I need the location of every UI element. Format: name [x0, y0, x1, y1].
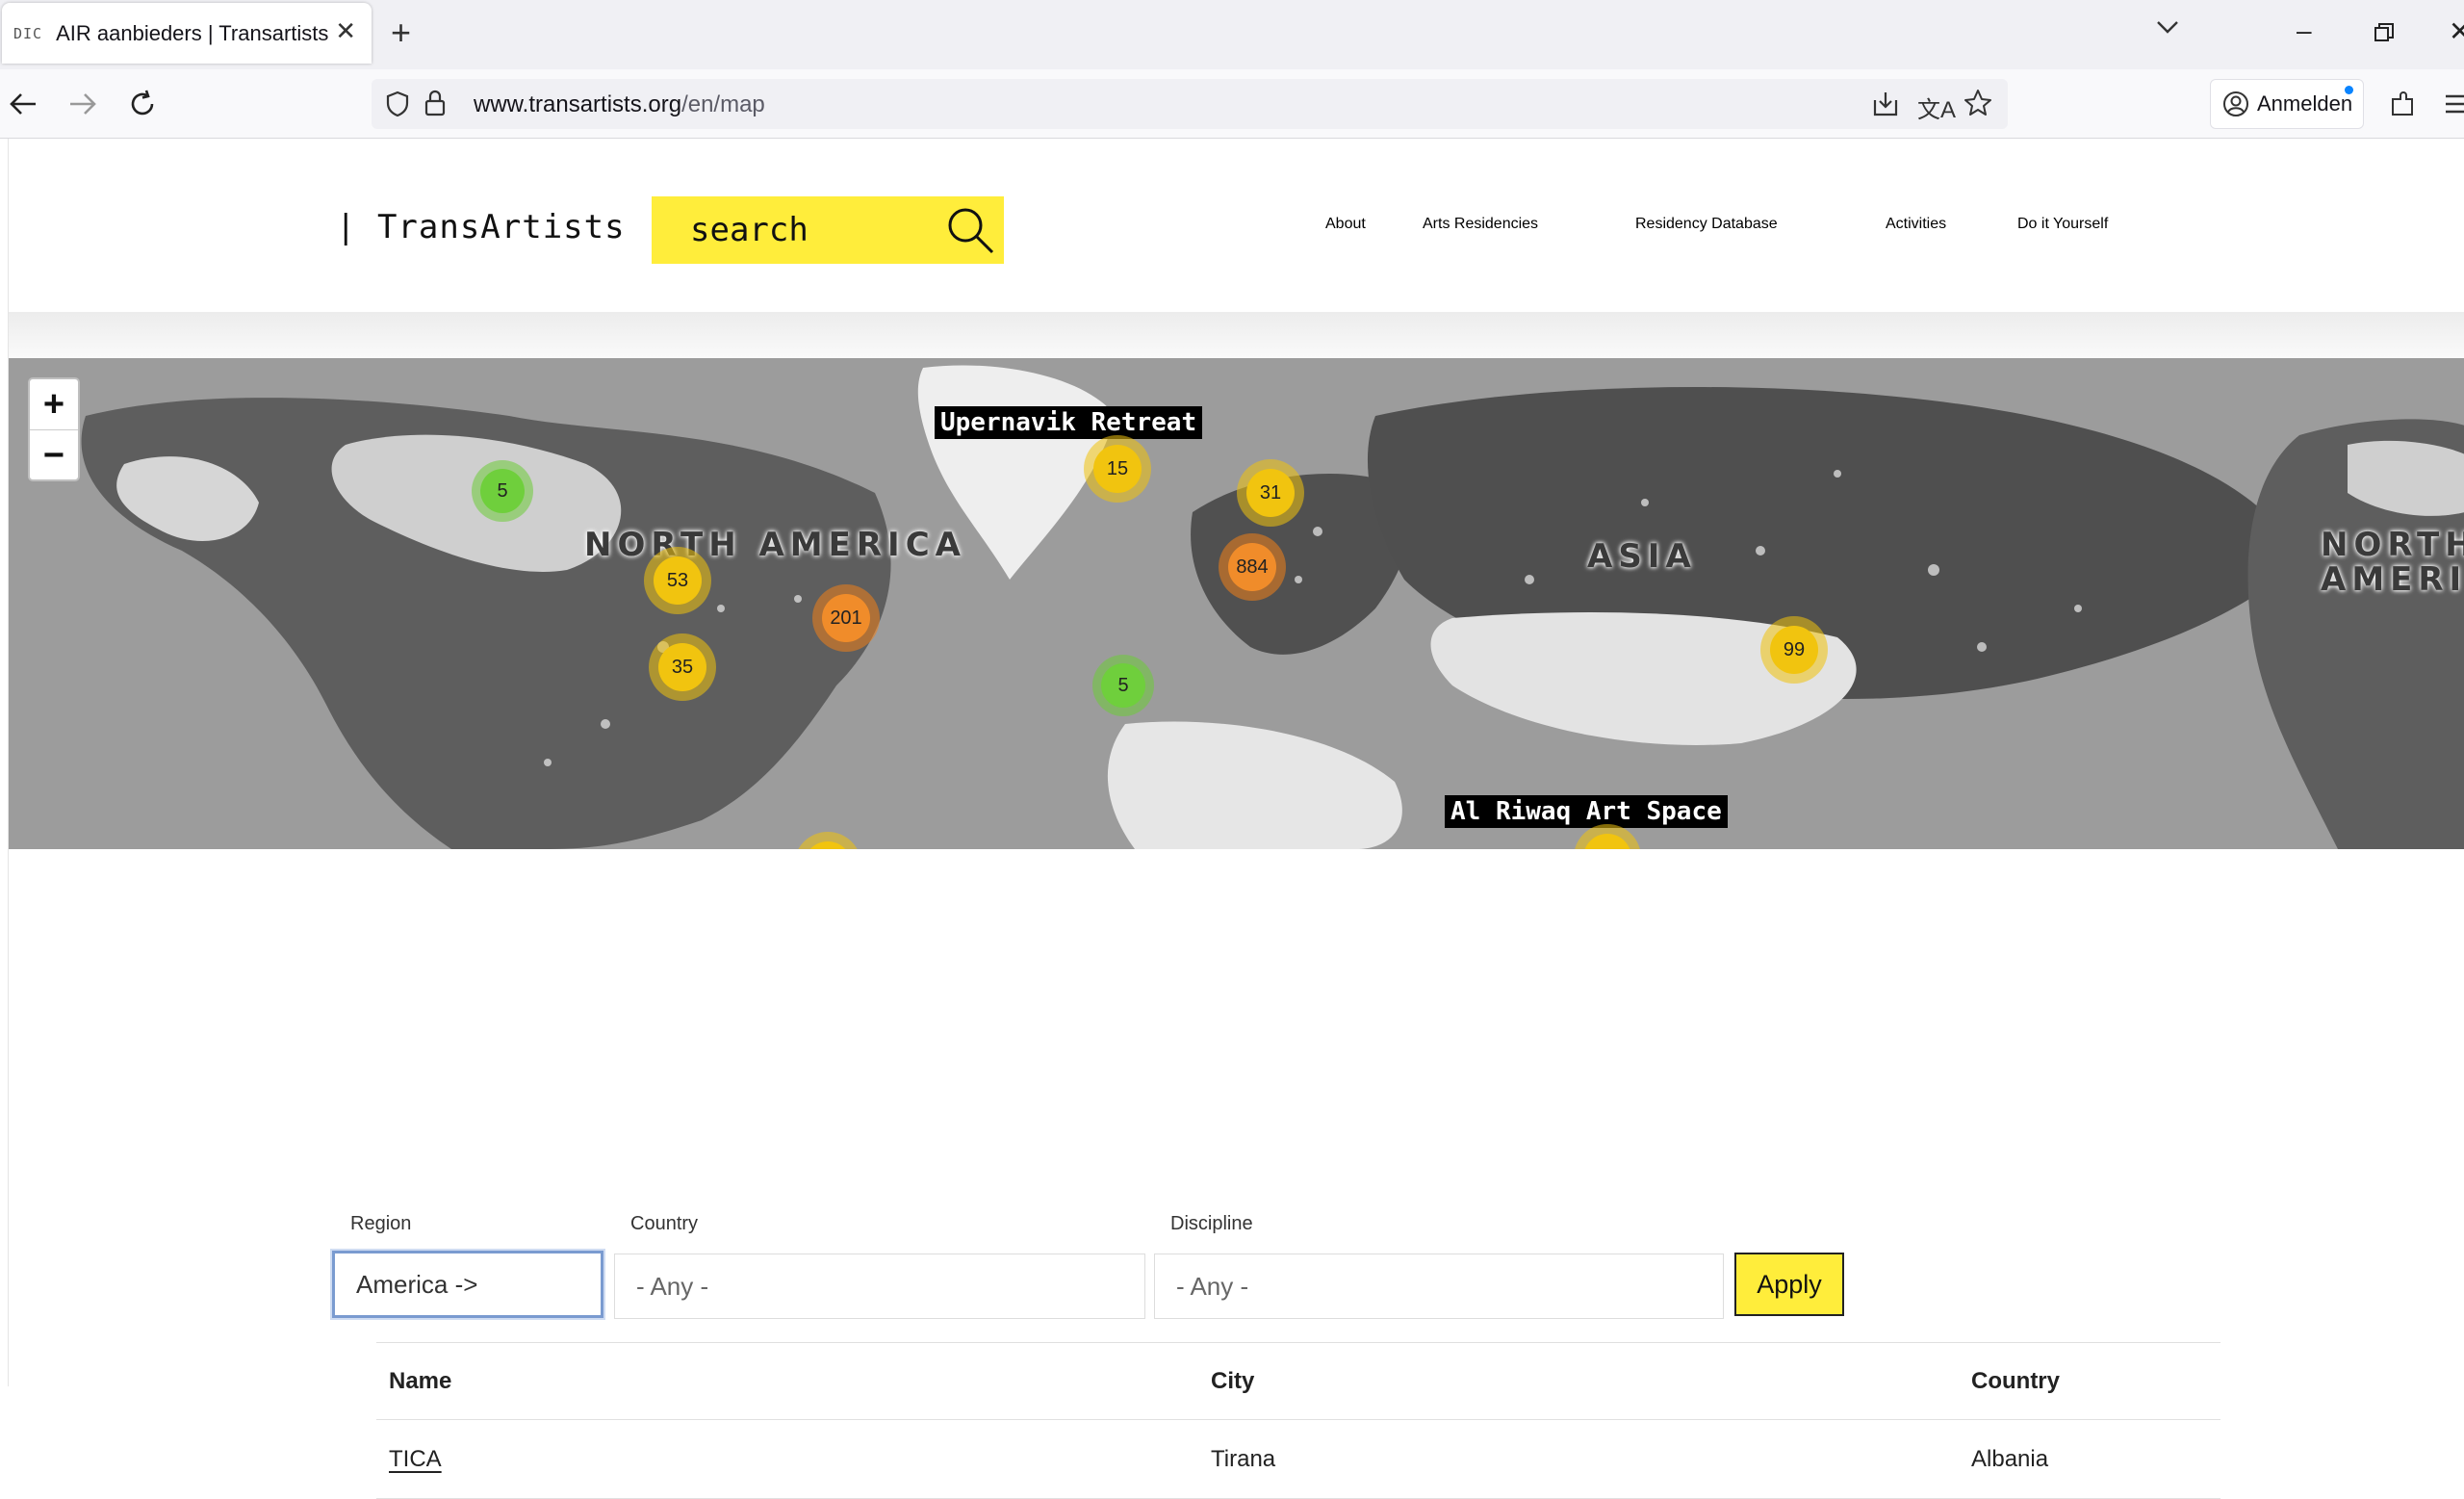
bookmark-star-icon[interactable] [1964, 89, 1992, 122]
back-arrow-icon[interactable] [6, 87, 40, 121]
continent-label-asia: ASIA [1587, 537, 1697, 576]
account-label: Anmelden [2257, 91, 2353, 116]
header-divider [9, 312, 2464, 358]
map-cluster[interactable]: 201 [812, 584, 880, 652]
map-tooltip-upernavik[interactable]: Upernavik Retreat [935, 406, 1203, 439]
forward-arrow-icon[interactable] [65, 87, 100, 121]
site-header: | TransArtists search About Arts Residen… [9, 139, 2464, 312]
extensions-icon[interactable] [2385, 87, 2420, 121]
account-icon [2222, 90, 2249, 117]
site-logo[interactable]: | TransArtists [336, 208, 626, 246]
apply-button[interactable]: Apply [1734, 1253, 1844, 1316]
table-top-border [376, 1342, 2220, 1343]
search-input[interactable]: search [652, 196, 1004, 264]
discipline-label: Discipline [1170, 1213, 1253, 1234]
map-cluster[interactable]: 99 [1760, 616, 1828, 684]
nav-item-about[interactable]: About [1325, 216, 1366, 233]
residency-city: Tirana [1211, 1446, 1276, 1472]
map-cluster[interactable]: 35 [649, 633, 716, 701]
window-close-icon[interactable]: ✕ [2449, 15, 2464, 47]
region-select[interactable]: America -> [330, 1249, 605, 1320]
browser-tab-active[interactable]: DIC AIR aanbieders | Transartists ✕ [2, 3, 372, 64]
shield-icon[interactable] [385, 90, 410, 122]
zoom-control: + − [28, 377, 80, 481]
nav-item-residency-database[interactable]: Residency Database [1635, 216, 1778, 233]
country-label: Country [630, 1213, 699, 1234]
map-cluster[interactable]: 884 [1219, 533, 1286, 601]
residency-map[interactable]: + − NORTH AMERICA ASIA NORTH AMERIC Uper… [9, 358, 2464, 849]
column-header-country[interactable]: Country [1971, 1368, 2060, 1395]
map-cluster[interactable]: 5 [1092, 655, 1154, 716]
column-header-name[interactable]: Name [389, 1368, 451, 1395]
map-cluster[interactable]: 15 [1084, 435, 1151, 503]
column-header-city[interactable]: City [1211, 1368, 1254, 1395]
web-page: | TransArtists search About Arts Residen… [8, 139, 2464, 1499]
map-tiles [9, 358, 2464, 849]
map-cluster[interactable]: 5 [472, 460, 533, 522]
region-label: Region [350, 1213, 412, 1234]
browser-nav-bar: www.transartists.org/en/map 文A Anmelden [0, 69, 2464, 139]
menu-icon[interactable] [2439, 87, 2464, 121]
residency-name-link[interactable]: TICA [389, 1446, 442, 1473]
reload-icon[interactable] [125, 87, 160, 121]
continent-label-north-america-repeat: NORTH AMERIC [2321, 526, 2464, 599]
zoom-out-button[interactable]: − [30, 430, 78, 480]
account-button[interactable]: Anmelden [2210, 79, 2364, 129]
tab-list-chevron-icon[interactable] [2156, 19, 2179, 39]
discipline-select[interactable]: - Any - [1154, 1253, 1724, 1319]
url-text[interactable]: www.transartists.org/en/map [474, 91, 765, 118]
tab-title: AIR aanbieders | Transartists [56, 20, 329, 45]
nav-item-do-it-yourself[interactable]: Do it Yourself [2017, 216, 2108, 233]
lock-icon[interactable] [424, 89, 447, 122]
search-icon[interactable] [944, 204, 996, 261]
download-page-icon[interactable] [1871, 90, 1900, 122]
minimize-icon[interactable]: – [2297, 15, 2312, 46]
zoom-in-button[interactable]: + [30, 379, 78, 429]
map-cluster[interactable]: 31 [1237, 459, 1304, 527]
map-tooltip-al-riwaq[interactable]: Al Riwaq Art Space [1445, 795, 1728, 828]
tab-favicon-icon: DIC [13, 24, 43, 42]
url-bar[interactable]: www.transartists.org/en/map 文A [372, 79, 2008, 129]
new-tab-icon[interactable]: + [391, 13, 411, 52]
map-cluster[interactable]: 53 [644, 547, 711, 614]
residency-country: Albania [1971, 1446, 2049, 1472]
nav-item-arts-residencies[interactable]: Arts Residencies [1423, 216, 1538, 233]
country-select[interactable]: - Any - [614, 1253, 1145, 1319]
restore-icon[interactable] [2374, 19, 2395, 50]
translate-icon[interactable]: 文A [1917, 90, 1956, 124]
nav-item-activities[interactable]: Activities [1886, 216, 1946, 233]
search-placeholder: search [690, 211, 808, 249]
notification-dot [2345, 86, 2353, 94]
continent-label-north-america: NORTH AMERICA [584, 526, 966, 564]
table-header-divider [376, 1419, 2220, 1420]
tab-close-icon[interactable]: ✕ [335, 16, 356, 46]
browser-tab-bar: DIC AIR aanbieders | Transartists ✕ + – … [0, 0, 2464, 69]
